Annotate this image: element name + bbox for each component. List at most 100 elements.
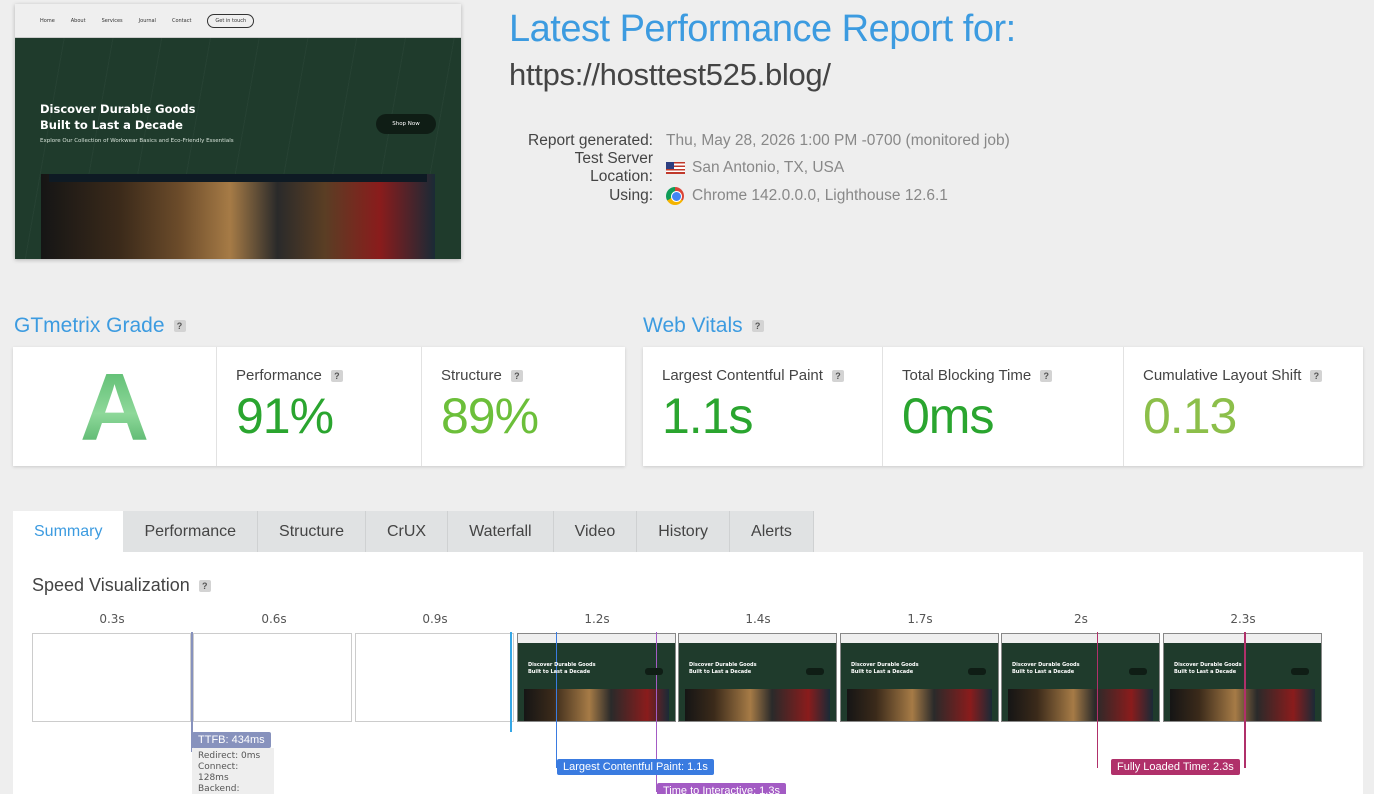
meta-location-value: San Antonio, TX, USA [666, 159, 844, 177]
tti-marker[interactable]: Time to Interactive: 1.3s [657, 783, 786, 794]
gtmetrix-grade-card: A Performance ? 91% Structure ? 89% [13, 347, 625, 466]
structure-label: Structure ? [441, 367, 523, 384]
filmstrip-frame[interactable]: Discover Durable Goods Built to Last a De… [840, 633, 999, 722]
frame-shop-button [968, 668, 986, 675]
tab-video[interactable]: Video [553, 511, 638, 552]
help-icon[interactable]: ? [330, 369, 343, 382]
frame-hero-text: Discover Durable Goods Built to Last a De… [1012, 662, 1080, 676]
help-icon[interactable]: ? [510, 369, 523, 382]
filmstrip-frame[interactable] [32, 633, 191, 722]
filmstrip-frame[interactable]: Discover Durable Goods Built to Last a De… [1163, 633, 1322, 722]
ttfb-connect: Connect: 128ms [198, 762, 239, 783]
tab-waterfall[interactable]: Waterfall [448, 511, 554, 552]
cls-cell: Cumulative Layout Shift ? 0.13 [1124, 347, 1363, 466]
timeline-tick-7: 2.3s [1230, 612, 1256, 626]
frame-shop-button [1291, 668, 1309, 675]
preview-shop-button: Shop Now [376, 114, 436, 134]
performance-cell: Performance ? 91% [217, 347, 422, 466]
timeline-tick-5: 1.7s [907, 612, 933, 626]
frame-hero-text: Discover Durable Goods Built to Last a De… [689, 662, 757, 676]
preview-nav-cta: Get in touch [207, 13, 255, 28]
lcp-label-text: Largest Contentful Paint [662, 367, 823, 384]
filmstrip-frame[interactable] [355, 633, 514, 722]
preview-nav-home: Home [40, 17, 55, 24]
report-meta: Report generated: Thu, May 28, 2026 1:00… [509, 127, 1010, 210]
report-title: Latest Performance Report for: [509, 8, 1016, 50]
preview-nav-about: About [70, 17, 86, 24]
frame-hero-line2: Built to Last a Decade [1012, 669, 1075, 675]
preview-hero-line2: Built to Last a Decade [40, 118, 183, 132]
preview-nav-contact: Contact [171, 17, 192, 24]
help-icon[interactable]: ? [173, 320, 186, 332]
tbt-label-text: Total Blocking Time [902, 367, 1032, 384]
preview-hero-title: Discover Durable Goods Built to Last a D… [40, 101, 195, 133]
cls-label: Cumulative Layout Shift ? [1143, 367, 1323, 384]
tab-summary[interactable]: Summary [13, 511, 124, 552]
frame-hero-line1: Discover Durable Goods [1174, 662, 1242, 668]
tab-structure[interactable]: Structure [258, 511, 366, 552]
ttfb-detail: Redirect: 0ms Connect: 128ms Backend: 30… [192, 748, 274, 794]
frame-hero-line2: Built to Last a Decade [1174, 669, 1237, 675]
preview-nav-journal: Journal [138, 17, 156, 24]
lcp-marker[interactable]: Largest Contentful Paint: 1.1s [557, 759, 714, 775]
timeline-tick-4: 1.4s [745, 612, 771, 626]
tab-alerts[interactable]: Alerts [730, 511, 814, 552]
help-icon[interactable]: ? [198, 579, 211, 592]
ttfb-marker[interactable]: TTFB: 434ms [192, 732, 271, 748]
frame-hero-line1: Discover Durable Goods [528, 662, 596, 668]
structure-cell: Structure ? 89% [422, 347, 625, 466]
tab-history[interactable]: History [637, 511, 731, 552]
meta-using-label: Using: [609, 186, 653, 204]
filmstrip-frame[interactable]: Discover Durable Goods Built to Last a De… [678, 633, 837, 722]
help-icon[interactable]: ? [751, 320, 764, 332]
meta-row-using: Using: Chrome 142.0.0.0, Lighthouse 12.6… [509, 182, 1010, 210]
timeline-tick-0: 0.3s [99, 612, 125, 626]
fully-loaded-marker-line [1244, 632, 1246, 768]
help-icon[interactable]: ? [1310, 369, 1323, 382]
ttfb-redirect: Redirect: 0ms [198, 751, 261, 761]
tbt-label: Total Blocking Time ? [902, 367, 1053, 384]
preview-nav: Home About Services Journal Contact Get … [15, 4, 461, 38]
frame-hero-text: Discover Durable Goods Built to Last a De… [851, 662, 919, 676]
timeline-tick-2: 0.9s [422, 612, 448, 626]
tab-performance[interactable]: Performance [123, 511, 259, 552]
report-tabs: Summary Performance Structure CrUX Water… [13, 511, 814, 552]
frame-hero-line1: Discover Durable Goods [689, 662, 757, 668]
fully-loaded-marker[interactable]: Fully Loaded Time: 2.3s [1111, 759, 1240, 775]
summary-panel: Speed Visualization ? 0.3s 0.6s 0.9s 1.2… [13, 552, 1363, 794]
filmstrip-frame[interactable]: Discover Durable Goods Built to Last a De… [1001, 633, 1160, 722]
frame-shop-button [806, 668, 824, 675]
chrome-icon [666, 186, 684, 205]
web-vitals-card: Largest Contentful Paint ? 1.1s Total Bl… [643, 347, 1363, 466]
web-vitals-title-text: Web Vitals [643, 314, 743, 337]
preview-nav-services: Services [101, 17, 123, 24]
speed-visualization-title-text: Speed Visualization [32, 575, 190, 595]
help-icon[interactable]: ? [1040, 369, 1053, 382]
frame-hero-line1: Discover Durable Goods [1012, 662, 1080, 668]
performance-value: 91% [236, 388, 334, 444]
filmstrip-frame[interactable] [193, 633, 352, 722]
frame-shop-button [645, 668, 663, 675]
lcp-marker-line [556, 632, 557, 768]
fully-loaded-marker-line-thin [1097, 632, 1098, 768]
preview-hero-image [41, 174, 435, 259]
meta-location-label: Test Server Location: [574, 150, 653, 186]
help-icon[interactable]: ? [831, 369, 844, 382]
lcp-value: 1.1s [662, 388, 754, 444]
timeline-tick-1: 0.6s [261, 612, 287, 626]
grade-letter: A [13, 353, 216, 463]
tab-crux[interactable]: CrUX [365, 511, 449, 552]
frame-shop-button [1129, 668, 1147, 675]
tbt-cell: Total Blocking Time ? 0ms [883, 347, 1124, 466]
filmstrip-frame[interactable]: Discover Durable Goods Built to Last a De… [517, 633, 676, 722]
frame-hero-text: Discover Durable Goods Built to Last a De… [1174, 662, 1242, 676]
performance-label: Performance ? [236, 367, 343, 384]
frame-hero-line2: Built to Last a Decade [689, 669, 752, 675]
frame-hero-line2: Built to Last a Decade [851, 669, 914, 675]
site-screenshot-preview: Home About Services Journal Contact Get … [15, 4, 461, 259]
tbt-value: 0ms [902, 388, 994, 444]
report-url[interactable]: https://hosttest525.blog/ [509, 57, 831, 93]
first-paint-marker-line [510, 632, 512, 732]
meta-generated-value: Thu, May 28, 2026 1:00 PM -0700 (monitor… [666, 132, 1010, 150]
meta-generated-label: Report generated: [528, 131, 653, 149]
